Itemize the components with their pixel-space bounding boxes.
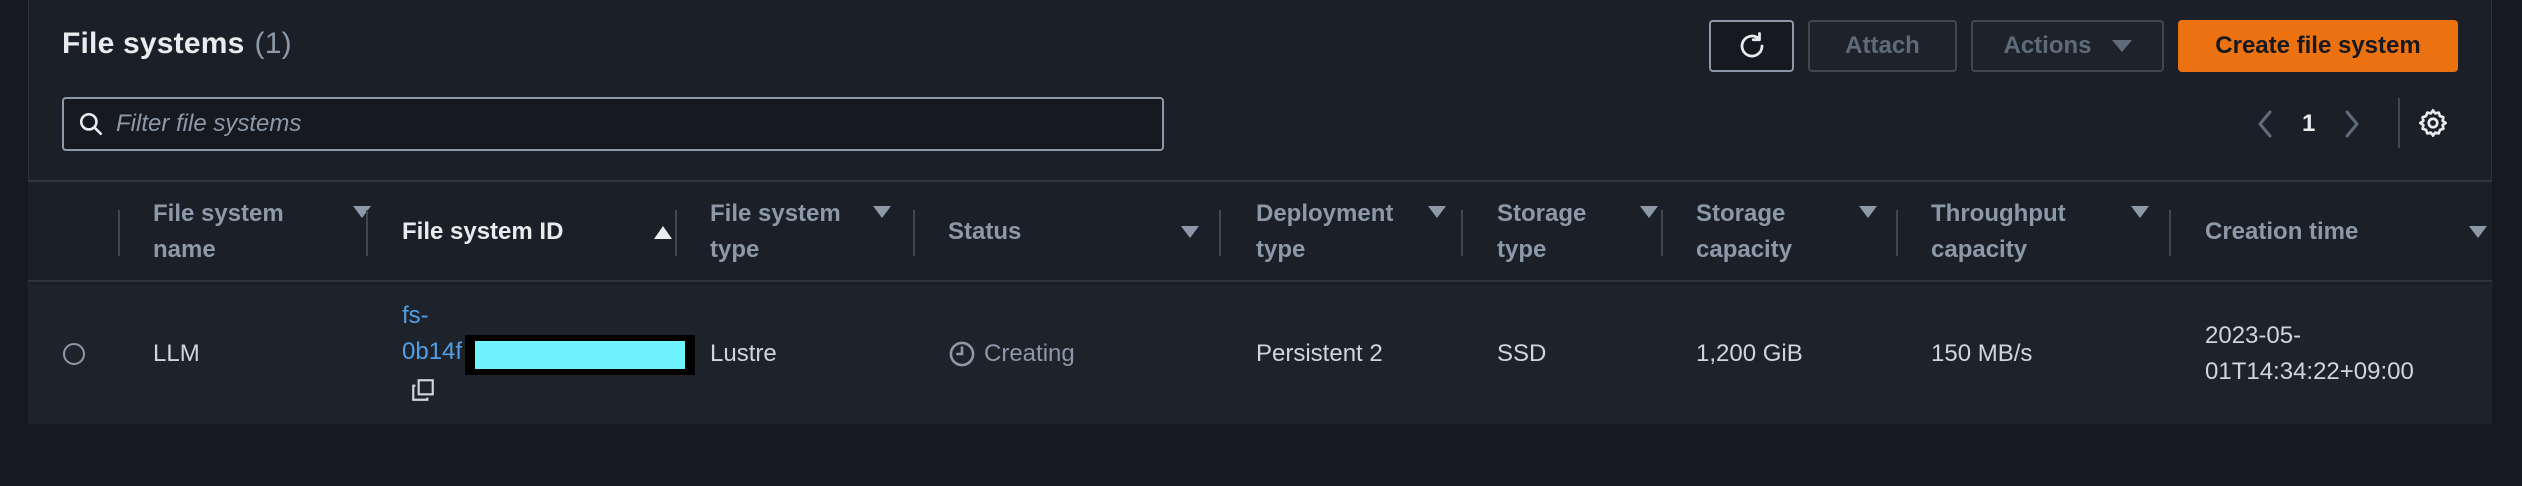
title-text: File systems [62, 27, 245, 60]
sort-icon[interactable] [1181, 226, 1199, 238]
column-label: Storage capacity [1696, 200, 1793, 263]
redaction-fill [475, 341, 685, 369]
creation-time-line2: 01T14:34:22+09:00 [2205, 358, 2414, 385]
cell-storage-capacity: 1,200 GiB [1696, 340, 1803, 367]
actions-label: Actions [2003, 32, 2092, 59]
file-system-id-link-line1[interactable]: fs- [402, 298, 429, 334]
column-separator [1896, 210, 1898, 256]
column-header-deployment[interactable]: Deployment type [1256, 182, 1456, 282]
cell-deployment: Persistent 2 [1256, 340, 1383, 367]
file-system-id-link-line2[interactable]: 0b14f [402, 334, 462, 370]
column-header-type[interactable]: File system type [710, 182, 910, 282]
row-select-cell[interactable] [63, 284, 85, 424]
redaction-box [465, 335, 695, 375]
status-text: Creating [984, 340, 1075, 367]
sort-icon[interactable] [353, 206, 371, 218]
column-header-throughput[interactable]: Throughput capacity [1931, 182, 2181, 282]
column-separator [913, 210, 915, 256]
chevron-left-icon[interactable] [2256, 109, 2274, 139]
cell-status: Creating [948, 284, 1075, 424]
cell-throughput: 150 MB/s [1931, 340, 2033, 367]
column-separator [1661, 210, 1663, 256]
column-label: File system ID [402, 218, 564, 245]
cell-file-system-id: fs- 0b14f [402, 284, 462, 424]
page-title: File systems (1) [62, 27, 292, 61]
column-header-name[interactable]: File system name [153, 182, 393, 282]
column-header-storage-type[interactable]: Storage type [1497, 182, 1658, 282]
clock-icon [949, 341, 975, 367]
page-number[interactable]: 1 [2302, 110, 2315, 138]
column-separator [118, 210, 120, 256]
divider [2398, 98, 2400, 148]
column-separator [1461, 210, 1463, 256]
table-header: File system name File system ID File sys… [28, 180, 2492, 282]
cell-creation-time: 2023-05- 01T14:34:22+09:00 [2205, 284, 2414, 424]
column-header-storage-capacity[interactable]: Storage capacity [1696, 182, 1896, 282]
column-separator [2169, 210, 2171, 256]
column-label: Deployment type [1256, 200, 1394, 263]
filter-input[interactable] [116, 110, 1162, 138]
sort-icon[interactable] [1859, 206, 1877, 218]
column-label: Creation time [2205, 218, 2359, 245]
refresh-button[interactable] [1709, 20, 1794, 72]
table-row[interactable]: LLM fs- 0b14f Lustre Creating Persistent… [28, 284, 2492, 424]
sort-icon[interactable] [2131, 206, 2149, 218]
status-badge: Creating [948, 336, 1075, 372]
column-header-id[interactable]: File system ID [402, 182, 692, 282]
copy-icon[interactable] [410, 377, 436, 403]
column-label: Storage type [1497, 200, 1587, 263]
column-label: File system type [710, 200, 841, 263]
sort-icon[interactable] [873, 206, 891, 218]
refresh-icon [1740, 32, 1763, 58]
chevron-right-icon[interactable] [2343, 109, 2361, 139]
sort-icon[interactable] [2469, 226, 2487, 238]
cell-name: LLM [153, 340, 200, 367]
column-separator [675, 210, 677, 256]
column-header-status[interactable]: Status [948, 182, 1238, 282]
sort-icon[interactable] [1428, 206, 1446, 218]
cell-type: Lustre [710, 340, 777, 367]
pagination: 1 [2256, 100, 2361, 148]
cell-storage-type: SSD [1497, 340, 1547, 367]
gear-icon[interactable] [2417, 107, 2449, 139]
creation-time-line1: 2023-05- [2205, 322, 2302, 349]
filter-search-box[interactable] [62, 97, 1164, 151]
attach-button[interactable]: Attach [1808, 20, 1957, 72]
column-header-creation-time[interactable]: Creation time [2205, 182, 2487, 282]
column-label: Throughput capacity [1931, 200, 2066, 263]
search-icon [79, 112, 103, 136]
column-separator [1219, 210, 1221, 256]
caret-down-icon [2111, 40, 2132, 52]
sort-ascending-icon[interactable] [654, 226, 672, 239]
actions-dropdown[interactable]: Actions [1971, 20, 2164, 72]
item-count: (1) [254, 27, 292, 60]
page-background [0, 424, 2522, 486]
column-separator [366, 210, 368, 256]
column-label: File system name [153, 200, 284, 263]
column-label: Status [948, 218, 1022, 245]
create-file-system-button[interactable]: Create file system [2178, 20, 2458, 72]
row-radio-button[interactable] [63, 343, 85, 365]
sort-icon[interactable] [1640, 206, 1658, 218]
